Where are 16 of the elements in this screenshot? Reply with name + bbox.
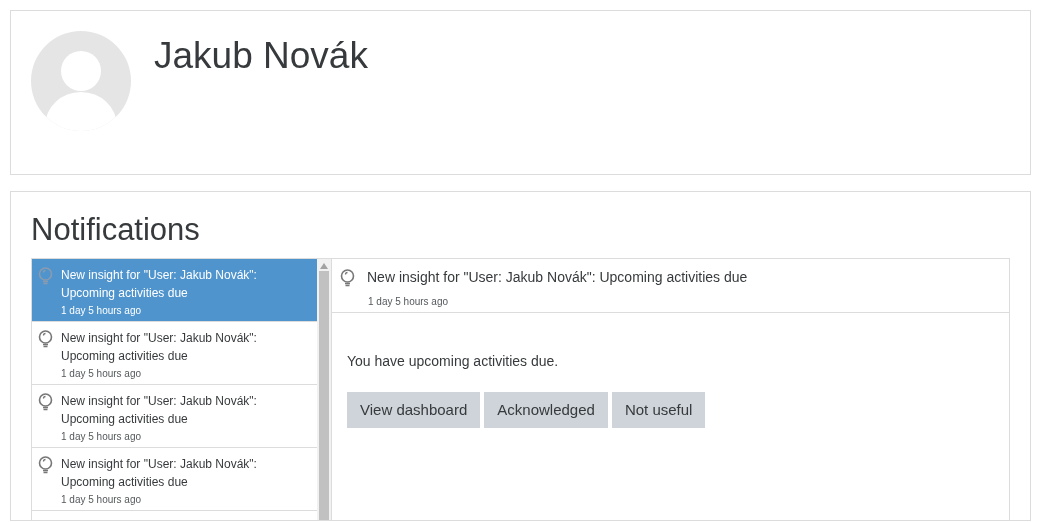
notification-time: 1 day 5 hours ago (368, 295, 450, 309)
action-button[interactable]: Not useful (611, 392, 706, 428)
scrollbar[interactable] (317, 259, 331, 520)
lightbulb-icon (38, 456, 53, 474)
avatar-icon (31, 31, 131, 131)
lightbulb-icon (340, 268, 355, 287)
action-button[interactable]: Acknowledged (484, 392, 608, 428)
notifications-heading: Notifications (31, 214, 201, 245)
lightbulb-icon (38, 393, 53, 411)
action-button[interactable]: View dashboard (347, 392, 481, 428)
user-name: Jakub Novák (154, 37, 368, 78)
lightbulb-icon (38, 330, 53, 348)
notification-message: You have upcoming activities due. (347, 352, 560, 371)
notification-title: New insight for "User: Jakub Novák": Upcoming activities due (367, 268, 748, 287)
lightbulb-icon (38, 267, 53, 285)
scroll-up-icon[interactable] (320, 263, 328, 269)
